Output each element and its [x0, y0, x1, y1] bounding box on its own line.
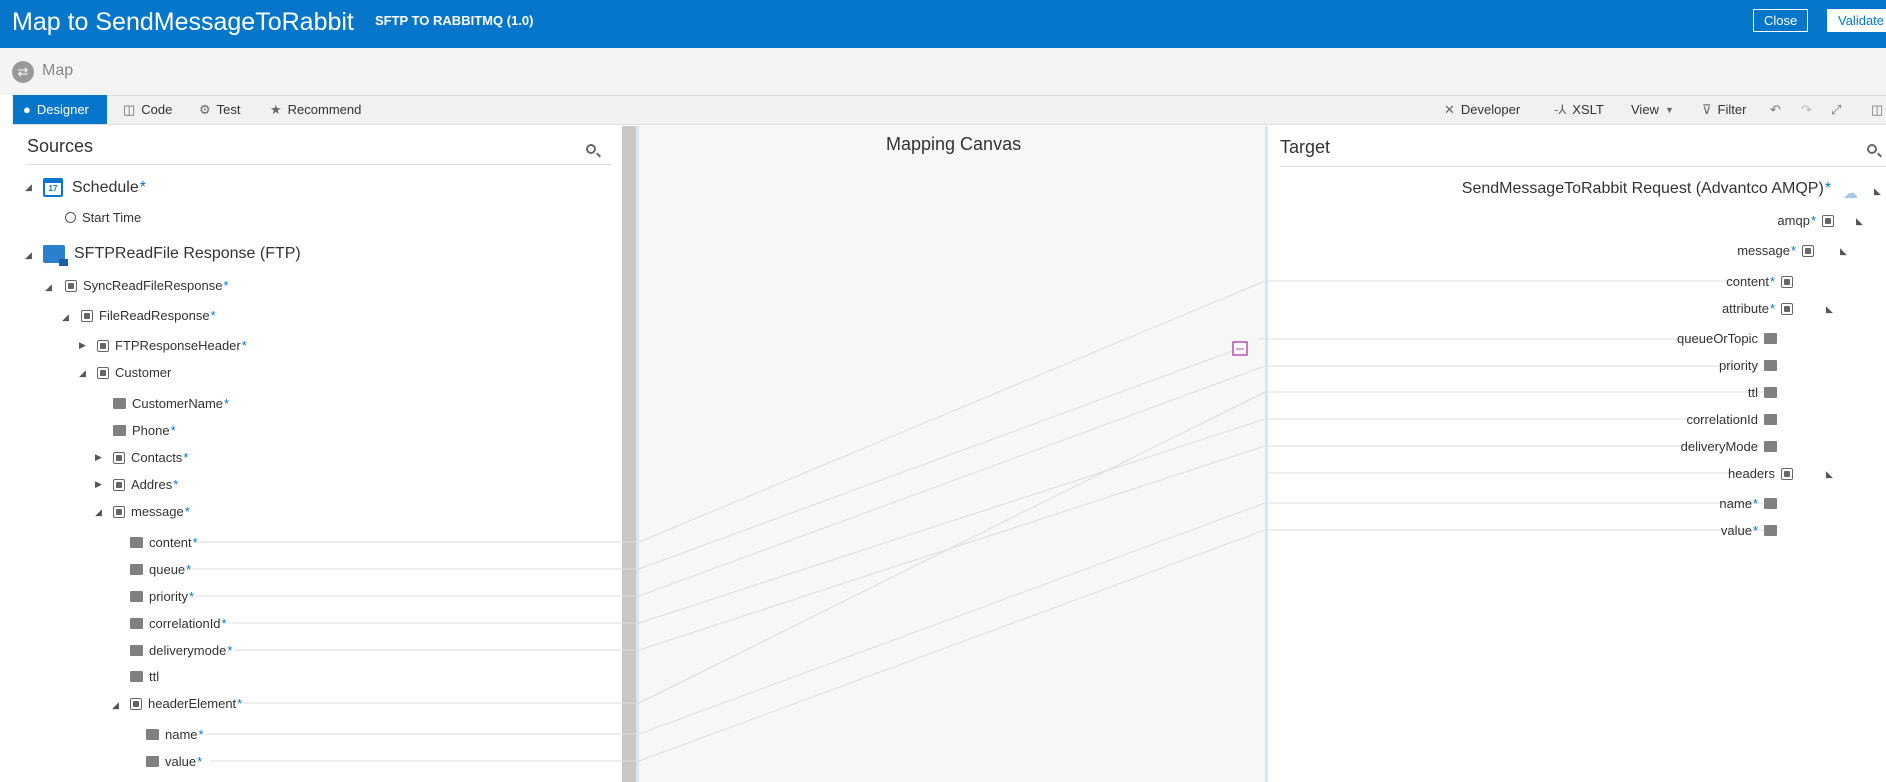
tree-node-sync-read[interactable]: SyncReadFileResponse * — [65, 278, 229, 293]
element-icon — [65, 279, 77, 292]
target-node-headers[interactable]: headers — [1728, 466, 1793, 481]
ftp-adapter-icon — [43, 245, 68, 266]
tree-node-customer[interactable]: Customer — [97, 365, 171, 380]
cloud-adapter-icon: ☁ — [1843, 185, 1858, 202]
number-field-icon — [1764, 387, 1777, 398]
expand-icon[interactable]: ▶ — [95, 479, 102, 490]
element-icon — [1781, 302, 1793, 315]
repeating-element-icon — [130, 697, 142, 710]
tree-node-schedule[interactable]: 17 Schedule * — [43, 178, 146, 197]
tree-node-name[interactable]: name * — [146, 727, 204, 742]
divider — [27, 164, 612, 165]
string-field-icon — [1764, 333, 1777, 344]
search-icon[interactable] — [1867, 144, 1877, 154]
target-node-ttl[interactable]: ttl — [1748, 385, 1777, 400]
tree-node-contacts[interactable]: Contacts * — [113, 450, 188, 465]
collapse-icon[interactable]: ◢ — [62, 312, 69, 323]
string-field-icon — [1764, 414, 1777, 425]
target-node-amqp[interactable]: amqp * — [1777, 213, 1834, 228]
clock-icon — [65, 212, 76, 223]
string-field-icon — [146, 729, 159, 740]
calendar-icon: 17 — [43, 178, 63, 197]
target-node-queue-or-topic[interactable]: queueOrTopic — [1677, 331, 1777, 346]
mapping-lines — [190, 280, 1770, 762]
tree-node-delivery-mode[interactable]: deliverymode * — [130, 643, 232, 658]
tree-node-sftp-response[interactable]: SFTPReadFile Response (FTP) — [43, 245, 301, 266]
element-icon — [97, 366, 109, 379]
tree-node-header-element[interactable]: headerElement * — [130, 696, 242, 711]
target-node-attribute[interactable]: attribute * — [1722, 301, 1793, 316]
element-icon — [113, 451, 125, 464]
collapse-icon[interactable]: ◢ — [25, 182, 32, 193]
string-field-icon — [130, 537, 143, 548]
collapse-icon[interactable]: ◣ — [1826, 304, 1833, 315]
string-field-icon — [113, 398, 126, 409]
target-node-correlation-id[interactable]: correlationId — [1686, 412, 1777, 427]
tree-node-phone[interactable]: Phone * — [113, 423, 176, 438]
number-field-icon — [130, 591, 143, 602]
collapse-icon[interactable]: ◣ — [1826, 469, 1833, 480]
repeating-element-icon — [1781, 467, 1793, 480]
canvas-title: Mapping Canvas — [886, 134, 1022, 154]
expand-icon[interactable]: ▶ — [95, 452, 102, 463]
tree-node-correlation-id[interactable]: correlationId * — [130, 616, 227, 631]
collapse-icon[interactable]: ◣ — [1840, 246, 1847, 257]
collapse-icon[interactable]: ◢ — [95, 507, 102, 518]
collapse-icon[interactable]: ◣ — [1856, 216, 1863, 227]
number-field-icon — [130, 645, 143, 656]
collapse-icon[interactable]: ◢ — [79, 368, 86, 379]
target-node-delivery-mode[interactable]: deliveryMode — [1681, 439, 1777, 454]
number-field-icon — [130, 671, 143, 682]
element-icon — [113, 478, 125, 491]
tree-node-priority[interactable]: priority * — [130, 589, 194, 604]
number-field-icon — [1764, 441, 1777, 452]
expand-icon[interactable]: ▶ — [79, 340, 86, 351]
tree-node-ftp-header[interactable]: FTPResponseHeader * — [97, 338, 247, 353]
target-node-content[interactable]: content * — [1726, 274, 1793, 289]
tree-node-ttl[interactable]: ttl — [130, 669, 159, 684]
target-title: Target — [1280, 137, 1331, 157]
collapse-icon[interactable]: ◣ — [1874, 186, 1881, 197]
tree-node-value[interactable]: value * — [146, 754, 202, 769]
sources-title: Sources — [27, 136, 94, 156]
string-field-icon — [130, 618, 143, 629]
repeating-element-icon — [113, 505, 125, 518]
repeating-element-icon — [1802, 244, 1814, 257]
string-field-icon — [130, 564, 143, 575]
collapse-icon[interactable]: ◢ — [25, 250, 32, 261]
divider — [1280, 166, 1886, 167]
search-icon[interactable] — [586, 144, 596, 154]
number-field-icon — [146, 756, 159, 767]
string-field-icon — [113, 425, 126, 436]
target-node-value[interactable]: value * — [1721, 523, 1777, 538]
tree-node-content[interactable]: content * — [130, 535, 198, 550]
content-icon — [1781, 275, 1793, 288]
tree-node-addres[interactable]: Addres * — [113, 477, 178, 492]
target-node-priority[interactable]: priority — [1719, 358, 1777, 373]
number-field-icon — [1764, 360, 1777, 371]
collapse-icon[interactable]: ◢ — [45, 282, 52, 293]
element-icon — [1822, 214, 1834, 227]
tree-node-message[interactable]: message * — [113, 504, 190, 519]
collapse-icon[interactable]: ◢ — [112, 700, 119, 711]
tree-node-start-time[interactable]: Start Time — [65, 210, 141, 225]
tree-node-queue[interactable]: queue * — [130, 562, 191, 577]
target-node-name[interactable]: name * — [1719, 496, 1777, 511]
tree-node-file-read[interactable]: FileReadResponse * — [81, 308, 216, 323]
string-field-icon — [1764, 498, 1777, 509]
element-icon — [81, 309, 93, 322]
target-node-message[interactable]: message * — [1737, 243, 1814, 258]
target-node-request[interactable]: SendMessageToRabbit Request (Advantco AM… — [1462, 180, 1831, 198]
element-icon — [97, 339, 109, 352]
tree-node-customer-name[interactable]: CustomerName * — [113, 396, 229, 411]
string-field-icon — [1764, 525, 1777, 536]
